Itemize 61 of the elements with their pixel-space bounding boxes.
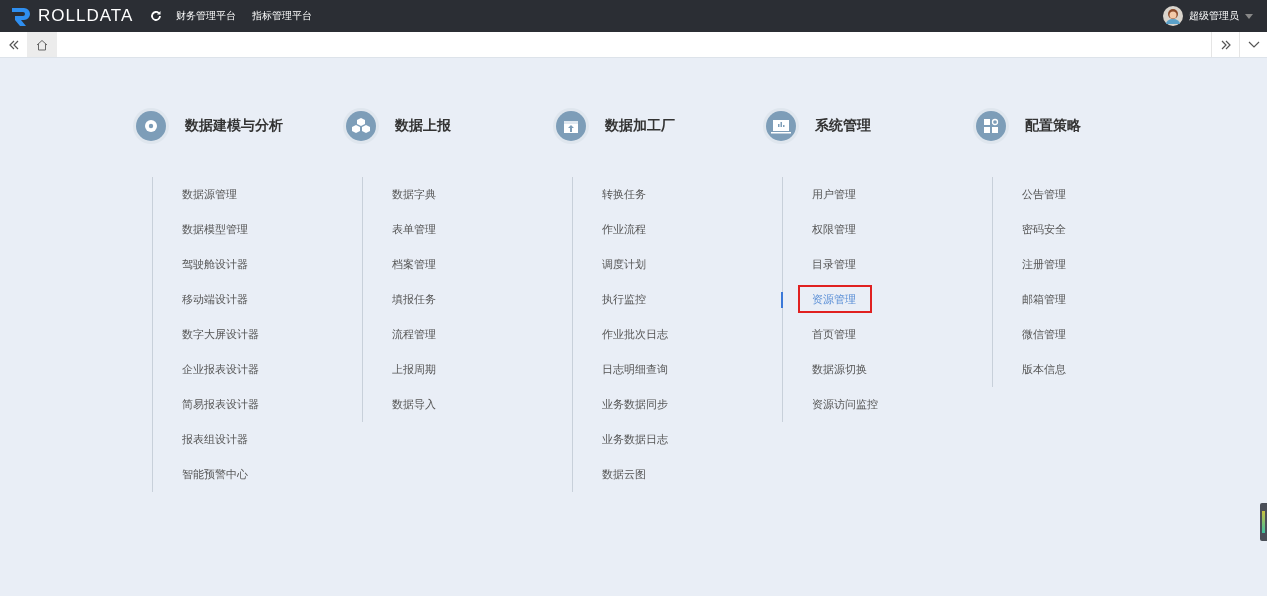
menu-item[interactable]: 微信管理 (1022, 317, 1066, 352)
menu-item[interactable]: 驾驶舱设计器 (182, 247, 248, 282)
menu-item[interactable]: 表单管理 (392, 212, 436, 247)
menu-item[interactable]: 首页管理 (812, 317, 856, 352)
menu-item[interactable]: 数据导入 (392, 387, 436, 422)
menu-item[interactable]: 日志明细查询 (602, 352, 668, 387)
blocks-icon (973, 108, 1009, 144)
nav-link[interactable]: 指标管理平台 (252, 9, 312, 23)
group-title: 数据建模与分析 (185, 117, 283, 135)
group-title: 数据上报 (395, 117, 451, 135)
menu-item[interactable]: 调度计划 (602, 247, 646, 282)
chevron-down-icon[interactable] (1247, 40, 1260, 49)
menu-item[interactable]: 数据源管理 (182, 177, 237, 212)
store-icon (553, 108, 589, 144)
menu-item[interactable]: 公告管理 (1022, 177, 1066, 212)
menu-item[interactable]: 填报任务 (392, 282, 436, 317)
monitor-icon (763, 108, 799, 144)
logo-icon (10, 5, 32, 27)
double-chevron-right-icon[interactable] (1219, 39, 1232, 50)
home-tab[interactable] (27, 32, 57, 57)
menu-item[interactable]: 版本信息 (1022, 352, 1066, 387)
menu-item[interactable]: 简易报表设计器 (182, 387, 259, 422)
menu-item[interactable]: 移动端设计器 (182, 282, 248, 317)
menu-item[interactable]: 业务数据日志 (602, 422, 668, 457)
menu-item[interactable]: 注册管理 (1022, 247, 1066, 282)
refresh-icon[interactable] (150, 10, 162, 22)
menu-item[interactable]: 密码安全 (1022, 212, 1066, 247)
menu-item[interactable]: 转换任务 (602, 177, 646, 212)
menu-item[interactable]: 作业批次日志 (602, 317, 668, 352)
caret-icon[interactable] (1245, 13, 1253, 19)
menu-item[interactable]: 数据模型管理 (182, 212, 248, 247)
user-name[interactable]: 超级管理员 (1189, 9, 1239, 23)
nav-link[interactable]: 财务管理平台 (176, 9, 236, 23)
group-title: 配置策略 (1025, 117, 1081, 135)
menu-item[interactable]: 业务数据同步 (602, 387, 668, 422)
side-handle[interactable] (1260, 503, 1267, 541)
group-title: 数据加工厂 (605, 117, 675, 135)
menu-item[interactable]: 企业报表设计器 (182, 352, 259, 387)
cubes-icon (343, 108, 379, 144)
menu-item[interactable]: 执行监控 (602, 282, 646, 317)
menu-item[interactable]: 目录管理 (812, 247, 856, 282)
menu-item[interactable]: 邮箱管理 (1022, 282, 1066, 317)
group-title: 系统管理 (815, 117, 871, 135)
menu-item[interactable]: 数据字典 (392, 177, 436, 212)
menu-item[interactable]: 报表组设计器 (182, 422, 248, 457)
avatar-icon[interactable] (1163, 6, 1183, 26)
menu-item[interactable]: 上报周期 (392, 352, 436, 387)
menu-item[interactable]: 智能预警中心 (182, 457, 248, 492)
home-icon (36, 38, 48, 51)
menu-item[interactable]: 流程管理 (392, 317, 436, 352)
gear-icon (133, 108, 169, 144)
logo-text: ROLLDATA (38, 6, 134, 26)
menu-item[interactable]: 数据源切换 (812, 352, 867, 387)
menu-item[interactable]: 档案管理 (392, 247, 436, 282)
menu-item[interactable]: 数据云图 (602, 457, 646, 492)
menu-item[interactable]: 用户管理 (812, 177, 856, 212)
double-chevron-left-icon[interactable] (7, 39, 20, 50)
menu-item[interactable]: 作业流程 (602, 212, 646, 247)
menu-item[interactable]: 数字大屏设计器 (182, 317, 259, 352)
menu-item[interactable]: 权限管理 (812, 212, 856, 247)
menu-item[interactable]: 资源访问监控 (812, 387, 878, 422)
